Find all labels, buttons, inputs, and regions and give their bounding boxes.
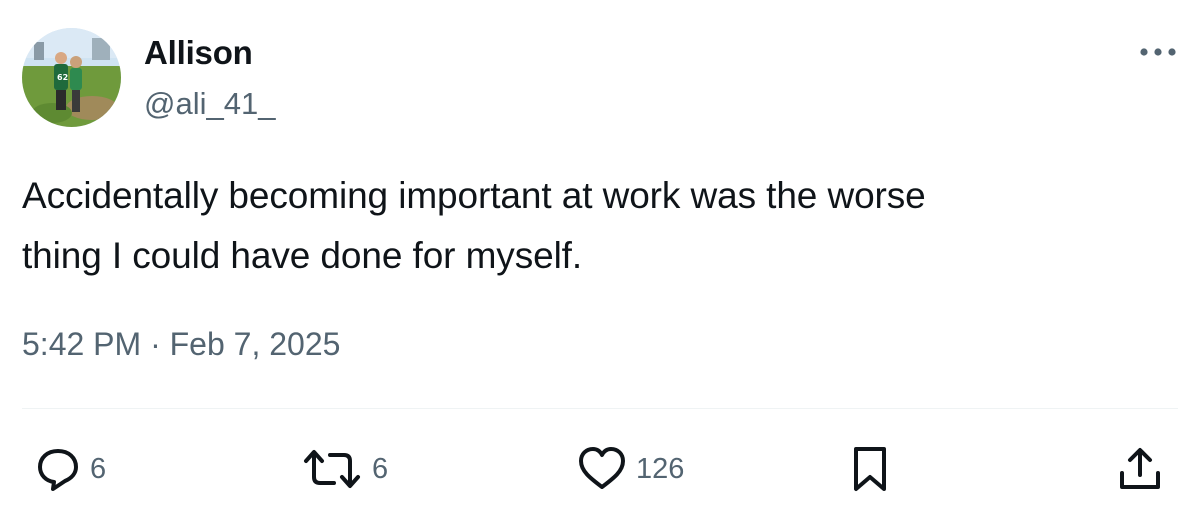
divider <box>22 408 1178 409</box>
bookmark-button[interactable] <box>850 444 890 494</box>
like-count: 126 <box>636 452 685 485</box>
reply-icon <box>38 449 78 491</box>
like-button[interactable]: 126 <box>576 444 684 494</box>
tweet-text-line: thing I could have done for myself. <box>22 235 583 276</box>
share-button[interactable] <box>1116 444 1164 494</box>
avatar-photo: 62 <box>22 28 121 127</box>
retweet-count: 6 <box>372 452 389 485</box>
heart-icon <box>579 447 625 489</box>
more-dots-icon[interactable] <box>1136 40 1180 64</box>
retweet-button[interactable]: 6 <box>300 444 388 494</box>
svg-text:62: 62 <box>57 73 68 82</box>
reply-button[interactable]: 6 <box>34 444 106 494</box>
avatar[interactable]: 62 <box>22 28 121 127</box>
tweet-text: Accidentally becoming important at work … <box>22 166 1152 286</box>
author-handle[interactable]: @ali_41_ <box>144 86 275 122</box>
author-display-name[interactable]: Allison <box>144 34 253 72</box>
retweet-icon <box>304 450 360 488</box>
tweet-text-line: Accidentally becoming important at work … <box>22 175 926 216</box>
tweet-card: 62 Allison @ali_41_ Accidentally becomin… <box>0 0 1200 520</box>
tweet-timestamp[interactable]: 5:42 PM · Feb 7, 2025 <box>22 326 340 363</box>
reply-count: 6 <box>90 452 107 485</box>
bookmark-icon <box>854 447 886 491</box>
share-icon <box>1120 448 1160 489</box>
